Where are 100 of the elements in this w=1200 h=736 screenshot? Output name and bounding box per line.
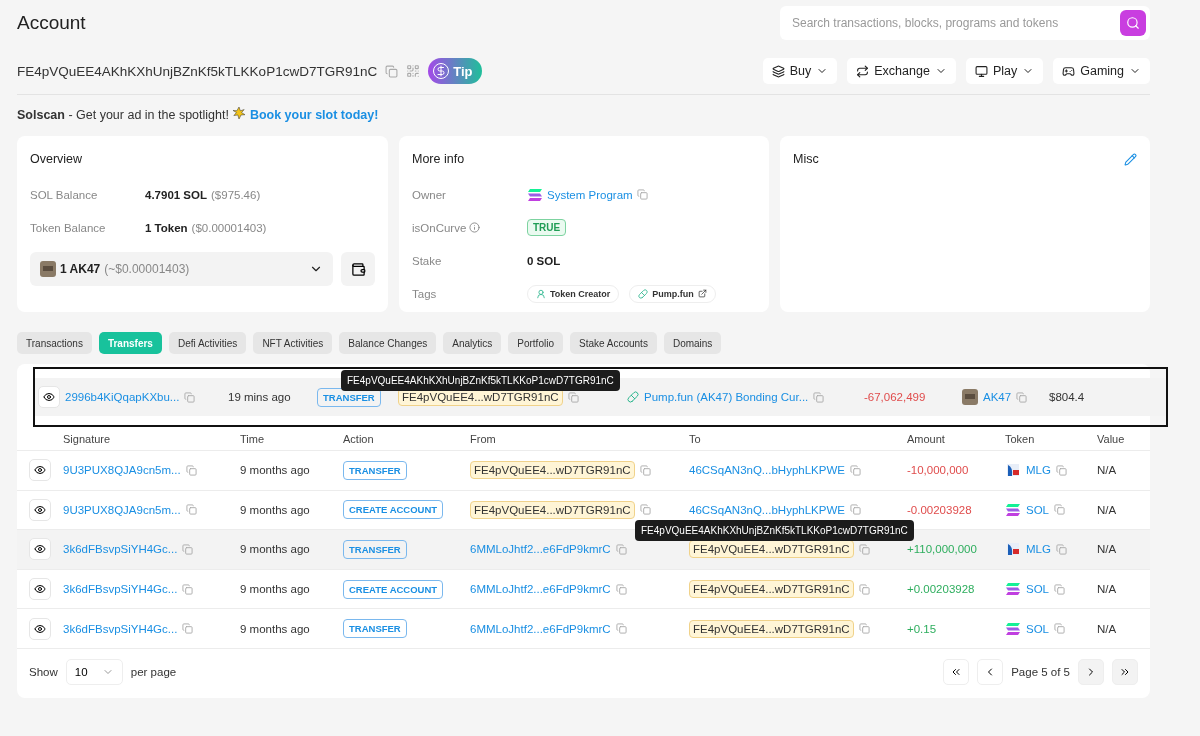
view-button[interactable] xyxy=(29,617,51,640)
signature-link[interactable]: 3k6dFBsvpSiYH4Gc... xyxy=(63,583,178,596)
view-button[interactable] xyxy=(29,578,51,601)
copy-icon[interactable] xyxy=(639,504,651,516)
copy-icon[interactable] xyxy=(182,544,194,555)
per-page-label: per page xyxy=(130,665,177,678)
token-link[interactable]: SOL xyxy=(1026,622,1049,635)
tab[interactable]: Defi Activities xyxy=(168,332,247,354)
action-tag: CREATE ACCOUNT xyxy=(343,579,444,599)
copy-icon[interactable] xyxy=(184,391,196,403)
page-indicator: Page 5 of 5 xyxy=(1011,665,1070,678)
address-link[interactable]: FE4pVQuEE4...wD7TGR91nC xyxy=(689,580,854,599)
copy-icon[interactable] xyxy=(185,464,197,476)
column-header: To xyxy=(689,432,702,445)
action-tag: TRANSFER xyxy=(317,387,381,407)
address-link[interactable]: FE4pVQuEE4...wD7TGR91nC xyxy=(470,461,635,480)
view-button[interactable] xyxy=(29,538,51,561)
column-header: Amount xyxy=(907,432,946,445)
tab[interactable]: Transactions xyxy=(17,332,92,354)
tab[interactable]: Stake Accounts xyxy=(569,332,657,354)
copy-icon[interactable] xyxy=(858,544,870,555)
token-link[interactable]: MLG xyxy=(1026,464,1051,477)
copy-icon[interactable] xyxy=(1055,464,1067,476)
copy-icon[interactable] xyxy=(858,623,870,635)
copy-icon[interactable] xyxy=(849,504,861,516)
info-icon[interactable] xyxy=(469,222,481,233)
previous-page-button[interactable] xyxy=(977,658,1004,685)
copy-icon[interactable] xyxy=(615,583,627,595)
copy-icon[interactable] xyxy=(849,464,861,476)
token-link[interactable]: SOL xyxy=(1026,503,1049,516)
copy-icon[interactable] xyxy=(1054,504,1065,516)
search-field[interactable]: Search transactions, blocks, programs and tokens xyxy=(780,6,1150,40)
pill-icon xyxy=(638,288,649,299)
column-header: Signature xyxy=(63,432,112,445)
solana-icon xyxy=(1005,621,1021,636)
layers-icon xyxy=(771,64,785,78)
address-link[interactable]: FE4pVQuEE4...wD7TGR91nC xyxy=(689,619,854,638)
wallet-button[interactable] xyxy=(341,252,375,286)
copy-icon[interactable] xyxy=(636,189,648,200)
menu-dropdown[interactable]: Play xyxy=(965,58,1044,84)
solana-icon xyxy=(1005,502,1021,517)
field-value: 1 Token ($0.00001403) xyxy=(145,221,268,234)
tab[interactable]: Domains xyxy=(663,332,722,354)
amount-text: +0.15 xyxy=(907,622,937,635)
time-text: 9 months ago xyxy=(240,464,310,477)
address-link[interactable]: 46CSqAN3nQ...bHyphLKPWE xyxy=(689,464,845,477)
view-button[interactable] xyxy=(29,459,51,482)
next-page-button[interactable] xyxy=(1078,658,1104,685)
swap-icon xyxy=(856,64,870,78)
qr-code-icon[interactable] xyxy=(406,64,421,78)
copy-icon[interactable] xyxy=(1054,623,1065,635)
search-button[interactable] xyxy=(1120,10,1146,36)
eye-icon xyxy=(43,391,55,403)
copy-icon[interactable] xyxy=(567,391,579,403)
tab[interactable]: Balance Changes xyxy=(339,332,437,354)
edit-icon[interactable] xyxy=(1124,152,1137,166)
owner-link[interactable]: System Program xyxy=(547,188,633,201)
copy-icon[interactable] xyxy=(615,623,627,635)
copy-icon[interactable] xyxy=(182,583,194,595)
address-link[interactable]: FE4pVQuEE4...wD7TGR91nC xyxy=(470,500,635,519)
copy-icon[interactable] xyxy=(1055,544,1067,555)
copy-icon[interactable] xyxy=(813,391,825,403)
search-input[interactable]: Search transactions, blocks, programs and tokens xyxy=(790,15,1120,31)
time-text: 19 mins ago xyxy=(228,391,291,403)
copy-icon[interactable] xyxy=(639,464,651,476)
token-select[interactable]: 1 AK47 (~$0.00001403) xyxy=(30,252,333,286)
copy-icon[interactable] xyxy=(1016,391,1028,403)
field-label: isOnCurve xyxy=(412,221,467,234)
address-link[interactable]: 46CSqAN3nQ...bHyphLKPWE xyxy=(689,503,845,516)
copy-icon[interactable] xyxy=(385,64,399,78)
tab[interactable]: Analytics xyxy=(443,332,502,354)
copy-icon[interactable] xyxy=(182,623,194,635)
tab[interactable]: NFT Activities xyxy=(253,332,333,354)
card-title: Overview xyxy=(30,152,84,166)
address-link[interactable]: 6MMLoJhtf2...e6FdP9kmrC xyxy=(470,583,611,596)
last-page-button[interactable] xyxy=(1112,658,1138,685)
value-text: N/A xyxy=(1097,464,1117,477)
time-text: 9 months ago xyxy=(240,503,310,516)
copy-icon[interactable] xyxy=(858,583,870,595)
copy-icon[interactable] xyxy=(615,544,627,555)
value-text: N/A xyxy=(1097,503,1117,516)
copy-icon[interactable] xyxy=(1054,583,1065,595)
first-page-button[interactable] xyxy=(943,658,970,685)
tab[interactable]: Portfolio xyxy=(508,332,563,354)
menu-dropdown[interactable]: Buy xyxy=(762,58,838,84)
view-button[interactable] xyxy=(38,386,60,408)
status-badge: TRUE xyxy=(527,219,567,236)
signature-link[interactable]: 9U3PUX8QJA9cn5m... xyxy=(63,503,181,516)
signature-link[interactable]: 3k6dFBsvpSiYH4Gc... xyxy=(63,622,178,635)
field-label: Stake xyxy=(412,254,443,267)
show-label: Show xyxy=(29,665,58,678)
signature-link[interactable]: 9U3PUX8QJA9cn5m... xyxy=(63,464,181,477)
per-page-select[interactable]: 10 xyxy=(65,658,123,685)
view-button[interactable] xyxy=(29,498,51,521)
menu-dropdown[interactable]: Exchange xyxy=(847,58,956,84)
amount-text: -10,000,000 xyxy=(907,464,969,477)
copy-icon[interactable] xyxy=(185,504,197,516)
address-link[interactable]: 6MMLoJhtf2...e6FdP9kmrC xyxy=(470,622,611,635)
token-link[interactable]: SOL xyxy=(1026,583,1049,596)
menu-dropdown[interactable]: Gaming xyxy=(1053,58,1150,84)
